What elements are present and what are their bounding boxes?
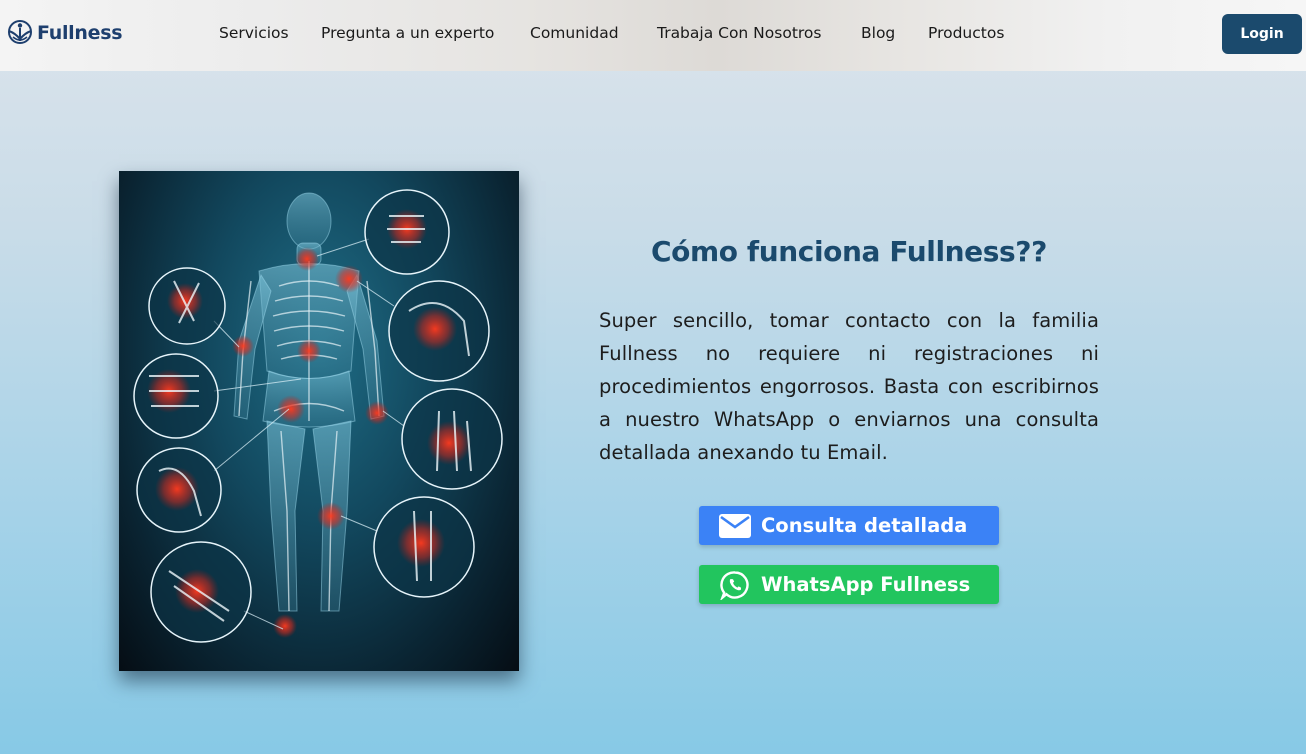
nav-item-pregunta-experto[interactable]: Pregunta a un experto (321, 24, 494, 42)
brand-name: Fullness (37, 22, 123, 44)
whatsapp-icon (719, 570, 751, 600)
whatsapp-button[interactable]: WhatsApp Fullness (699, 565, 999, 604)
nav-item-comunidad[interactable]: Comunidad (530, 24, 619, 42)
section-heading: Cómo funciona Fullness?? (650, 235, 1047, 268)
skeleton-illustration (133, 189, 503, 643)
login-button[interactable]: Login (1222, 14, 1302, 54)
consulta-detallada-label: Consulta detallada (761, 514, 968, 537)
whatsapp-label: WhatsApp Fullness (761, 573, 971, 596)
nav-item-productos[interactable]: Productos (928, 24, 1004, 42)
skeleton-joints-image (119, 171, 519, 671)
consulta-detallada-button[interactable]: Consulta detallada (699, 506, 999, 545)
site-header: Fullness Servicios Pregunta a un experto… (0, 0, 1306, 71)
brand-logo[interactable]: Fullness (5, 19, 123, 47)
envelope-icon (719, 512, 751, 539)
nav-item-servicios[interactable]: Servicios (219, 24, 289, 42)
lotus-logo-icon (8, 20, 32, 44)
section-description: Super sencillo, tomar contacto con la fa… (599, 309, 1099, 464)
nav-item-blog[interactable]: Blog (861, 24, 895, 42)
nav-item-trabaja-con-nosotros[interactable]: Trabaja Con Nosotros (657, 24, 822, 42)
